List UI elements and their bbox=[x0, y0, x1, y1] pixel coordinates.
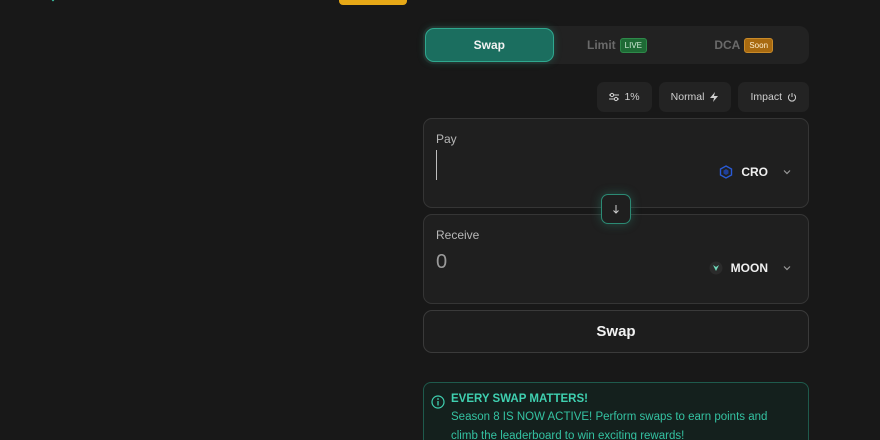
sliders-icon bbox=[609, 92, 620, 102]
tab-dca-label: DCA bbox=[714, 38, 741, 52]
pay-amount-input[interactable] bbox=[436, 150, 656, 180]
tab-swap[interactable]: Swap bbox=[425, 28, 554, 62]
soon-badge: Soon bbox=[744, 37, 774, 53]
moon-token-icon bbox=[709, 261, 723, 275]
receive-token-name: MOON bbox=[730, 261, 768, 275]
tab-limit-label: Limit bbox=[587, 38, 616, 52]
lightning-icon bbox=[710, 92, 719, 102]
promo-notice: EVERY SWAP MATTERS! Season 8 IS NOW ACTI… bbox=[423, 382, 809, 440]
impact-label: Impact bbox=[750, 91, 782, 103]
receive-token-selector[interactable]: MOON bbox=[709, 261, 792, 275]
power-icon bbox=[787, 93, 797, 102]
tab-dca[interactable]: DCA Soon bbox=[680, 28, 807, 62]
cro-token-icon bbox=[720, 165, 733, 179]
impact-button[interactable]: Impact bbox=[738, 82, 809, 112]
header-connect-button[interactable] bbox=[339, 0, 407, 5]
chevron-down-icon bbox=[783, 170, 791, 175]
pay-token-selector[interactable]: CRO bbox=[719, 165, 792, 179]
notice-body: Season 8 IS NOW ACTIVE! Perform swaps to… bbox=[451, 411, 768, 440]
swap-options: 1% Normal Impact bbox=[597, 82, 809, 112]
slippage-button[interactable]: 1% bbox=[597, 82, 652, 112]
mode-tabs: Swap Limit LIVE DCA Soon bbox=[423, 26, 809, 64]
receive-box: Receive 0 MOON bbox=[423, 214, 809, 304]
info-icon bbox=[431, 395, 445, 409]
swap-panel: Swap Limit LIVE DCA Soon 1% Normal Impac… bbox=[423, 26, 809, 440]
logo-icon bbox=[51, 0, 55, 2]
chevron-down-icon bbox=[783, 266, 791, 271]
receive-label: Receive bbox=[436, 228, 480, 242]
speed-label: Normal bbox=[670, 91, 705, 103]
speed-button[interactable]: Normal bbox=[658, 82, 732, 112]
receive-amount: 0 bbox=[436, 251, 448, 273]
slippage-value: 1% bbox=[624, 91, 640, 103]
notice-title: EVERY SWAP MATTERS! bbox=[451, 393, 588, 405]
live-badge: LIVE bbox=[619, 37, 648, 53]
arrow-down-icon bbox=[613, 205, 619, 214]
swap-button[interactable]: Swap bbox=[423, 310, 809, 353]
tab-swap-label: Swap bbox=[473, 38, 505, 52]
tab-limit[interactable]: Limit LIVE bbox=[554, 28, 681, 62]
switch-direction-button[interactable] bbox=[601, 194, 631, 224]
pay-token-name: CRO bbox=[741, 165, 768, 179]
pay-label: Pay bbox=[436, 132, 457, 146]
